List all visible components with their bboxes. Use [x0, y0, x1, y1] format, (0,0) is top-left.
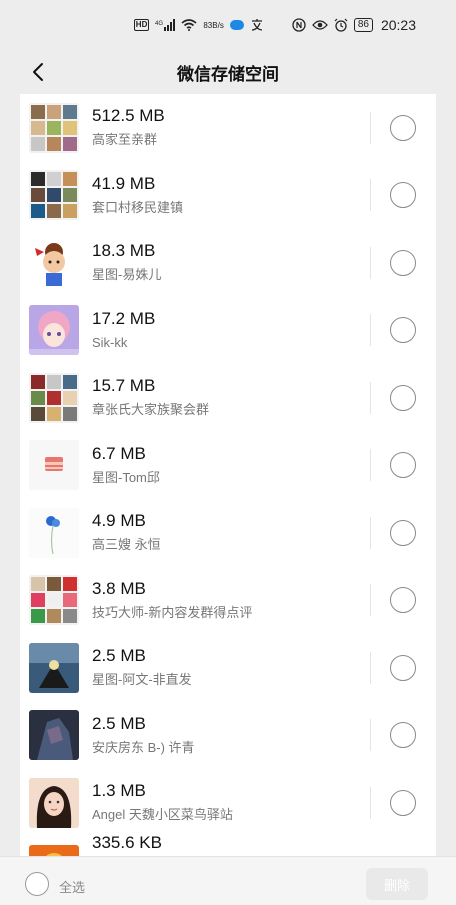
list-item[interactable]: 6.7 MB 星图-Tom邱	[20, 432, 436, 500]
item-name: 套口村移民建镇	[92, 199, 184, 215]
alarm-icon	[334, 18, 348, 32]
list-item[interactable]: 2.5 MB 安庆房东 B-) 许青	[20, 702, 436, 770]
item-size: 17.2 MB	[92, 308, 156, 328]
item-name: 高三嫂 永恒	[92, 537, 161, 552]
item-name: 技巧大师-新内容发群得点评	[92, 604, 253, 620]
avatar	[29, 440, 79, 491]
divider	[370, 516, 371, 549]
item-size: 512.5 MB	[92, 106, 165, 125]
item-name: 星图-阿文-非直发	[92, 672, 192, 687]
bottom-bar: 全选 删除	[0, 856, 456, 905]
list-item[interactable]: 1.3 MB Angel 天魏小区菜鸟驿站	[20, 769, 436, 837]
item-name: 章张氏大家族聚会群	[92, 402, 210, 417]
list-item[interactable]: 335.6 KB	[20, 833, 436, 856]
delete-button[interactable]: 删除	[366, 868, 428, 900]
nfc-icon	[292, 18, 306, 32]
select-all-radio[interactable]	[25, 872, 49, 896]
list-item[interactable]: 18.3 MB 星图-易姝儿	[20, 229, 436, 297]
cellular-signal-icon: 4G	[155, 19, 176, 31]
group-avatar	[29, 170, 79, 221]
item-name: 安庆房东 B-) 许青	[92, 739, 195, 755]
item-size: 2.5 MB	[92, 713, 146, 733]
item-size: 335.6 KB	[92, 832, 162, 852]
item-name: 星图-Tom邱	[92, 469, 160, 485]
group-avatar	[29, 372, 79, 423]
select-radio[interactable]	[390, 384, 416, 411]
group-avatar	[29, 575, 79, 626]
list-item[interactable]: 17.2 MB Sik-kk	[20, 297, 436, 365]
hd-icon: HD	[133, 19, 150, 31]
list-item[interactable]: 3.8 MB 技巧大师-新内容发群得点评	[20, 567, 436, 635]
eye-comfort-icon	[311, 19, 328, 31]
list-item[interactable]: 2.5 MB 星图-阿文-非直发	[20, 634, 436, 702]
item-size: 41.9 MB	[92, 173, 156, 193]
select-radio[interactable]	[390, 182, 416, 209]
item-size: 6.7 MB	[92, 443, 146, 463]
item-name: 星图-易姝儿	[92, 267, 162, 282]
avatar	[29, 642, 79, 693]
select-radio[interactable]	[390, 654, 416, 681]
page-title: 微信存储空间	[177, 64, 279, 84]
item-name: Angel 天魏小区菜鸟驿站	[92, 807, 233, 822]
divider	[370, 449, 371, 482]
select-radio[interactable]	[390, 722, 416, 749]
select-radio[interactable]	[390, 452, 416, 479]
svg-text:4G: 4G	[155, 21, 163, 27]
item-size: 3.8 MB	[92, 578, 146, 598]
select-radio[interactable]	[390, 114, 416, 141]
avatar	[29, 237, 79, 288]
wifi-icon	[181, 19, 197, 31]
select-radio[interactable]	[390, 249, 416, 276]
item-size: 2.5 MB	[92, 646, 146, 665]
group-avatar	[29, 102, 79, 153]
cloud-icon	[229, 20, 244, 30]
divider	[370, 111, 371, 144]
list-item[interactable]: 512.5 MB 高家至亲群	[20, 94, 436, 162]
avatar	[29, 507, 79, 558]
divider	[370, 246, 371, 279]
divider	[370, 719, 371, 752]
item-size: 4.9 MB	[92, 511, 146, 530]
list-item[interactable]: 4.9 MB 高三嫂 永恒	[20, 499, 436, 567]
avatar	[29, 844, 79, 856]
network-speed: 83 B/s	[203, 21, 223, 30]
select-all-label[interactable]: 全选	[59, 877, 85, 896]
avatar	[29, 777, 79, 828]
item-size: 1.3 MB	[92, 781, 146, 800]
divider	[370, 786, 371, 819]
avatar	[29, 710, 79, 761]
status-icons: HD 4G 83 B/s 86 20:23	[133, 17, 416, 33]
network-speed-value: 83	[203, 20, 213, 30]
network-speed-unit: B/s	[212, 20, 224, 30]
select-radio[interactable]	[390, 789, 416, 816]
divider	[370, 179, 371, 212]
item-name: Sik-kk	[92, 334, 128, 350]
avatar	[29, 305, 79, 356]
select-radio[interactable]	[390, 587, 416, 614]
select-radio[interactable]	[390, 519, 416, 546]
divider	[370, 314, 371, 347]
list-item[interactable]: 41.9 MB 套口村移民建镇	[20, 162, 436, 230]
divider	[370, 651, 371, 684]
divider	[370, 381, 371, 414]
chevron-left-icon	[33, 63, 43, 81]
status-bar: HD 4G 83 B/s 86 20:23	[0, 0, 456, 50]
item-size: 15.7 MB	[92, 376, 156, 395]
divider	[370, 584, 371, 617]
clock: 20:23	[380, 17, 416, 33]
select-radio[interactable]	[390, 317, 416, 344]
item-name: 高家至亲群	[92, 132, 158, 147]
item-size: 18.3 MB	[92, 241, 156, 260]
storage-list[interactable]: 512.5 MB 高家至亲群 41.9 MB 套口村移民建镇 18.3 MB 星…	[20, 94, 436, 856]
list-item[interactable]: 15.7 MB 章张氏大家族聚会群	[20, 364, 436, 432]
back-button[interactable]	[24, 58, 52, 86]
nav-bar: 微信存储空间	[0, 50, 456, 94]
translate-icon	[250, 18, 264, 32]
battery-icon: 86	[353, 18, 373, 32]
